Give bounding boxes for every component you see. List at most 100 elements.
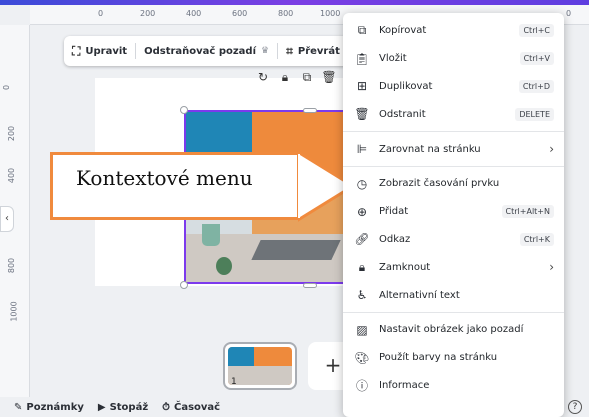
clipboard-icon: 📋︎ bbox=[354, 51, 370, 66]
edit-button[interactable]: Upravit bbox=[85, 46, 127, 57]
menu-item-align[interactable]: ⊫ Zarovnat na stránku › bbox=[343, 135, 564, 163]
footage-label: Stopáž bbox=[109, 401, 149, 413]
copy-icon: ⧉ bbox=[357, 23, 367, 38]
ruler-tick: 600 bbox=[232, 9, 248, 18]
ruler-tick: 0 bbox=[98, 9, 104, 18]
timer-icon: ⏱ bbox=[162, 401, 170, 413]
footage-button[interactable]: ▶ Stopáž bbox=[98, 402, 148, 413]
clock-icon: ◷ bbox=[356, 176, 368, 191]
menu-item-set-background[interactable]: ▨ Nastavit obrázek jako pozadí bbox=[343, 316, 564, 344]
ruler-tick: 200 bbox=[140, 9, 156, 18]
ruler-tick: 800 bbox=[7, 257, 17, 274]
menu-item-paste[interactable]: 📋︎ Vložit Ctrl+V bbox=[343, 45, 564, 73]
image-laptop bbox=[251, 240, 341, 260]
thumbnail-preview bbox=[228, 347, 292, 385]
menu-item-label: Vložit bbox=[379, 53, 407, 65]
duplicate-icon: ⊞ bbox=[356, 79, 368, 94]
rotate-icon[interactable]: ↻ bbox=[255, 70, 271, 85]
trash-icon[interactable]: 🗑︎ bbox=[321, 70, 337, 85]
ruler-tick: 0 bbox=[566, 9, 572, 18]
shortcut-badge: Ctrl+Alt+N bbox=[501, 205, 554, 219]
image-mug bbox=[202, 224, 220, 246]
callout-annotation: Kontextové menu bbox=[50, 150, 356, 222]
shortcut-badge: Ctrl+V bbox=[519, 52, 554, 66]
ruler-tick: 0 bbox=[2, 84, 12, 91]
menu-divider bbox=[343, 165, 564, 167]
flip-button[interactable]: Převrát bbox=[298, 46, 340, 57]
toolbar-divider bbox=[135, 43, 137, 59]
link-icon: 🔗︎ bbox=[354, 232, 370, 247]
menu-item-use-colors[interactable]: 🎨︎ Použít barvy na stránku bbox=[343, 344, 564, 372]
edit-image-icon: ⛶ bbox=[72, 43, 81, 58]
ruler-tick: 1000 bbox=[320, 9, 341, 18]
premium-crown-icon: ♛ bbox=[261, 46, 270, 56]
menu-item-link[interactable]: 🔗︎ Odkaz Ctrl+K bbox=[343, 226, 564, 254]
menu-item-label: Zobrazit časování prvku bbox=[379, 178, 500, 190]
background-pattern-icon: ▨ bbox=[356, 322, 368, 337]
shortcut-badge: Ctrl+D bbox=[518, 79, 554, 93]
menu-item-alt-text[interactable]: ♿︎ Alternativní text bbox=[343, 281, 564, 309]
context-menu: ⧉ Kopírovat Ctrl+C 📋︎ Vložit Ctrl+V ⊞ Du… bbox=[343, 13, 564, 417]
menu-item-copy[interactable]: ⧉ Kopírovat Ctrl+C bbox=[343, 17, 564, 45]
menu-item-label: Odstranit bbox=[379, 108, 426, 120]
image-plant bbox=[216, 257, 232, 275]
menu-item-label: Přidat bbox=[379, 206, 409, 218]
duplicate-icon[interactable]: ⧉ bbox=[299, 70, 315, 85]
notes-label: Poznámky bbox=[26, 401, 84, 413]
crop-icon[interactable]: ⌗ bbox=[286, 44, 293, 59]
ruler-tick: 800 bbox=[278, 9, 294, 18]
resize-handle-top[interactable] bbox=[303, 108, 317, 113]
thumbnail-block bbox=[228, 366, 292, 385]
align-icon: ⊫ bbox=[356, 142, 368, 157]
element-quick-tools: ↻ 🔒︎ ⧉ 🗑︎ bbox=[255, 70, 337, 85]
menu-divider bbox=[343, 131, 564, 133]
page-thumbnail[interactable]: 1 bbox=[223, 342, 297, 390]
toolbar-divider bbox=[277, 43, 279, 59]
notes-button[interactable]: ✎ Poznámky bbox=[14, 402, 84, 413]
info-icon: ⓘ bbox=[355, 378, 368, 393]
menu-item-info[interactable]: ⓘ Informace bbox=[343, 372, 564, 400]
menu-item-timing[interactable]: ◷ Zobrazit časování prvku bbox=[343, 170, 564, 198]
shortcut-badge: Ctrl+K bbox=[519, 232, 554, 246]
page-number: 1 bbox=[231, 377, 237, 387]
ruler-tick: 400 bbox=[186, 9, 202, 18]
menu-item-label: Odkaz bbox=[379, 233, 411, 245]
menu-item-label: Duplikovat bbox=[379, 80, 433, 92]
timer-label: Časovač bbox=[173, 401, 221, 413]
menu-item-label: Kopírovat bbox=[379, 25, 427, 37]
resize-handle-bottom-left[interactable] bbox=[180, 281, 188, 289]
timer-button[interactable]: ⏱ Časovač bbox=[162, 402, 220, 413]
menu-item-add[interactable]: ⊕ Přidat Ctrl+Alt+N bbox=[343, 198, 564, 226]
trash-icon: 🗑︎ bbox=[354, 107, 370, 122]
menu-item-label: Alternativní text bbox=[379, 289, 460, 301]
thumbnail-block bbox=[228, 347, 254, 366]
help-button[interactable]: ? bbox=[568, 400, 582, 414]
ruler-tick: 200 bbox=[7, 125, 17, 142]
context-toolbar: ⛶ Upravit Odstraňovač pozadí ♛ ⌗ Převrát bbox=[64, 36, 364, 66]
ruler-tick: 1000 bbox=[9, 301, 19, 322]
menu-item-delete[interactable]: 🗑︎ Odstranit DELETE bbox=[343, 100, 564, 128]
menu-item-duplicate[interactable]: ⊞ Duplikovat Ctrl+D bbox=[343, 73, 564, 101]
palette-icon: 🎨︎ bbox=[354, 350, 370, 365]
add-comment-icon: ⊕ bbox=[356, 204, 368, 219]
chevron-right-icon: › bbox=[549, 142, 554, 157]
resize-handle-top-left[interactable] bbox=[180, 106, 188, 114]
menu-item-lock[interactable]: 🔒︎ Zamknout › bbox=[343, 253, 564, 281]
ruler-tick: 400 bbox=[7, 167, 17, 184]
notes-icon: ✎ bbox=[14, 401, 23, 413]
menu-item-label: Zarovnat na stránku bbox=[379, 143, 481, 155]
side-panel-toggle[interactable]: ‹ bbox=[0, 206, 14, 232]
chevron-right-icon: › bbox=[549, 260, 554, 275]
bg-remover-button[interactable]: Odstraňovač pozadí bbox=[144, 46, 256, 57]
shortcut-badge: DELETE bbox=[515, 107, 554, 121]
shortcut-badge: Ctrl+C bbox=[519, 24, 554, 38]
lock-icon[interactable]: 🔒︎ bbox=[277, 70, 293, 85]
menu-item-label: Použít barvy na stránku bbox=[379, 352, 498, 364]
accessibility-icon: ♿︎ bbox=[356, 288, 368, 303]
menu-item-label: Zamknout bbox=[379, 261, 431, 273]
resize-handle-bottom[interactable] bbox=[303, 283, 317, 288]
callout-label: Kontextové menu bbox=[76, 166, 253, 190]
menu-item-label: Informace bbox=[379, 379, 430, 391]
menu-divider bbox=[343, 311, 564, 313]
menu-item-label: Nastavit obrázek jako pozadí bbox=[379, 324, 524, 336]
